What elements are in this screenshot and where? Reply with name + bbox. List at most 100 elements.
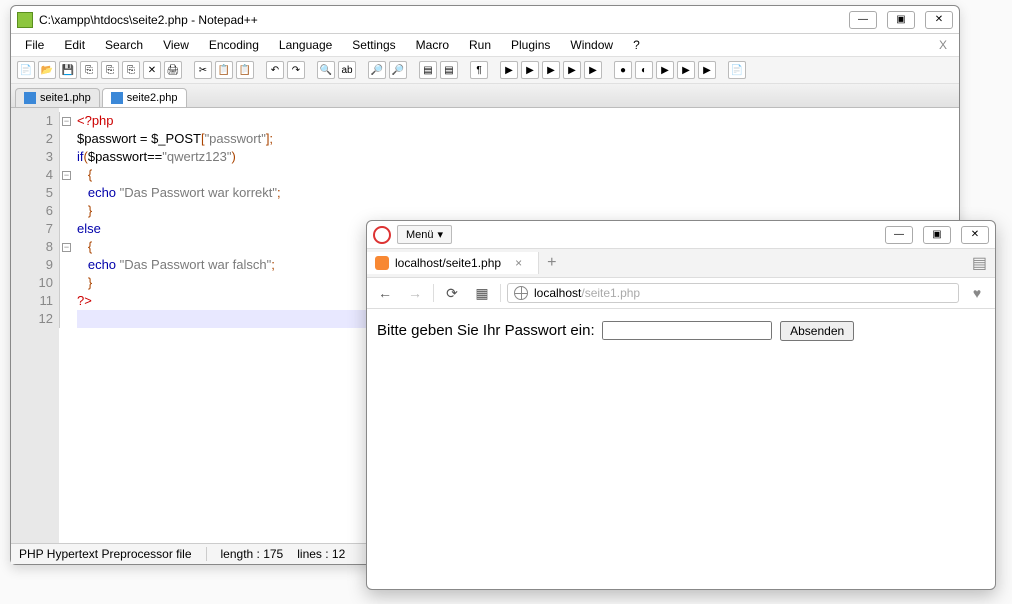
toolbar-button[interactable]: ▶ — [698, 61, 716, 79]
menu-settings[interactable]: Settings — [344, 36, 403, 54]
file-tab-label: seite1.php — [40, 92, 91, 104]
toolbar-separator — [359, 61, 365, 79]
toolbar-button[interactable]: ⎘ — [80, 61, 98, 79]
address-bar[interactable]: localhost/seite1.php — [507, 283, 959, 303]
fold-toggle[interactable]: − — [62, 171, 71, 180]
toolbar-button[interactable]: ↷ — [287, 61, 305, 79]
menu-view[interactable]: View — [155, 36, 197, 54]
toolbar-button[interactable]: ↶ — [266, 61, 284, 79]
status-language: PHP Hypertext Preprocessor file — [19, 547, 207, 561]
toolbar-button[interactable]: ▶ — [521, 61, 539, 79]
toolbar-button[interactable]: 📋 — [215, 61, 233, 79]
close-button[interactable]: ✕ — [925, 11, 953, 29]
toolbar-button[interactable]: ✂ — [194, 61, 212, 79]
new-tab-button[interactable]: + — [539, 252, 564, 274]
tab-list-button[interactable]: ▤ — [964, 249, 995, 277]
toolbar-button[interactable]: ▤ — [419, 61, 437, 79]
npp-title: C:\xampp\htdocs\seite2.php - Notepad++ — [39, 13, 849, 27]
menu-plugins[interactable]: Plugins — [503, 36, 558, 54]
submit-button[interactable] — [780, 321, 854, 341]
reload-button[interactable]: ⟳ — [440, 282, 464, 304]
toolbar-button[interactable]: ¶ — [470, 61, 488, 79]
toolbar-button[interactable]: 📄 — [728, 61, 746, 79]
speed-dial-button[interactable]: ▦ — [470, 282, 494, 304]
separator — [500, 284, 501, 302]
toolbar-button[interactable]: 🖨 — [164, 61, 182, 79]
npp-titlebar[interactable]: C:\xampp\htdocs\seite2.php - Notepad++ —… — [11, 6, 959, 34]
maximize-button[interactable]: ▣ — [887, 11, 915, 29]
browser-titlebar[interactable]: Menü ▾ — ▣ ✕ — [367, 221, 995, 249]
maximize-button[interactable]: ▣ — [923, 226, 951, 244]
chevron-down-icon: ▾ — [438, 228, 444, 241]
fold-toggle[interactable]: − — [62, 117, 71, 126]
toolbar-button[interactable]: 📋 — [236, 61, 254, 79]
forward-button[interactable]: → — [403, 282, 427, 304]
toolbar-button[interactable]: 📄 — [17, 61, 35, 79]
file-icon — [24, 92, 36, 104]
toolbar-separator — [257, 61, 263, 79]
toolbar-button[interactable]: 🔎 — [368, 61, 386, 79]
toolbar-button[interactable]: 🔍 — [317, 61, 335, 79]
browser-page: Bitte geben Sie Ihr Passwort ein: — [367, 309, 995, 589]
browser-tab-label: localhost/seite1.php — [395, 256, 501, 270]
close-button[interactable]: ✕ — [961, 226, 989, 244]
menu-?[interactable]: ? — [625, 36, 648, 54]
toolbar-button[interactable]: ▶ — [500, 61, 518, 79]
line-number-gutter: 123456789101112 — [11, 108, 59, 543]
toolbar-separator — [491, 61, 497, 79]
browser-tab[interactable]: localhost/seite1.php × — [367, 252, 539, 274]
menu-macro[interactable]: Macro — [408, 36, 457, 54]
npp-menubar: FileEditSearchViewEncodingLanguageSettin… — [11, 34, 959, 57]
opera-browser-window: Menü ▾ — ▣ ✕ localhost/seite1.php × + ▤ … — [366, 220, 996, 590]
npp-toolbar: 📄📂💾⎘⎘⎘✕🖨✂📋📋↶↷🔍ab🔎🔎▤▤¶▶▶▶▶▶●◐▶▶▶📄 — [11, 57, 959, 84]
xampp-icon — [375, 256, 389, 270]
fold-gutter[interactable]: − − − — [59, 108, 73, 543]
minimize-button[interactable]: — — [849, 11, 877, 29]
browser-toolbar: ← → ⟳ ▦ localhost/seite1.php ♥ — [367, 278, 995, 309]
toolbar-separator — [605, 61, 611, 79]
menu-search[interactable]: Search — [97, 36, 151, 54]
toolbar-button[interactable]: ▶ — [677, 61, 695, 79]
notepadpp-icon — [17, 12, 33, 28]
toolbar-separator — [185, 61, 191, 79]
toolbar-separator — [410, 61, 416, 79]
opera-menu-button[interactable]: Menü ▾ — [397, 225, 452, 244]
toolbar-button[interactable]: ⎘ — [101, 61, 119, 79]
menu-edit[interactable]: Edit — [56, 36, 93, 54]
npp-tabs: seite1.php seite2.php — [11, 84, 959, 108]
toolbar-button[interactable]: ▶ — [563, 61, 581, 79]
fold-toggle[interactable]: − — [62, 243, 71, 252]
menubar-close-icon[interactable]: X — [933, 36, 953, 54]
toolbar-button[interactable]: ▶ — [584, 61, 602, 79]
toolbar-button[interactable]: ● — [614, 61, 632, 79]
toolbar-button[interactable]: ab — [338, 61, 356, 79]
menu-window[interactable]: Window — [562, 36, 621, 54]
toolbar-button[interactable]: 📂 — [38, 61, 56, 79]
menu-encoding[interactable]: Encoding — [201, 36, 267, 54]
toolbar-button[interactable]: ▶ — [542, 61, 560, 79]
browser-window-controls: — ▣ ✕ — [885, 226, 989, 244]
toolbar-button[interactable]: 💾 — [59, 61, 77, 79]
toolbar-button[interactable]: ◐ — [635, 61, 653, 79]
toolbar-button[interactable]: ▶ — [656, 61, 674, 79]
password-prompt-label: Bitte geben Sie Ihr Passwort ein: — [377, 322, 595, 339]
browser-tabs: localhost/seite1.php × + ▤ — [367, 249, 995, 278]
menu-language[interactable]: Language — [271, 36, 340, 54]
close-tab-icon[interactable]: × — [515, 256, 522, 270]
menu-file[interactable]: File — [17, 36, 52, 54]
separator — [433, 284, 434, 302]
menu-run[interactable]: Run — [461, 36, 499, 54]
status-lines: lines : 12 — [297, 547, 345, 561]
toolbar-button[interactable]: ✕ — [143, 61, 161, 79]
toolbar-button[interactable]: ⎘ — [122, 61, 140, 79]
toolbar-button[interactable]: 🔎 — [389, 61, 407, 79]
toolbar-button[interactable]: ▤ — [440, 61, 458, 79]
opera-icon — [373, 226, 391, 244]
file-icon — [111, 92, 123, 104]
minimize-button[interactable]: — — [885, 226, 913, 244]
back-button[interactable]: ← — [373, 282, 397, 304]
password-input[interactable] — [602, 321, 772, 340]
bookmark-heart-icon[interactable]: ♥ — [965, 285, 989, 301]
file-tab[interactable]: seite1.php — [15, 88, 100, 107]
file-tab[interactable]: seite2.php — [102, 88, 187, 107]
